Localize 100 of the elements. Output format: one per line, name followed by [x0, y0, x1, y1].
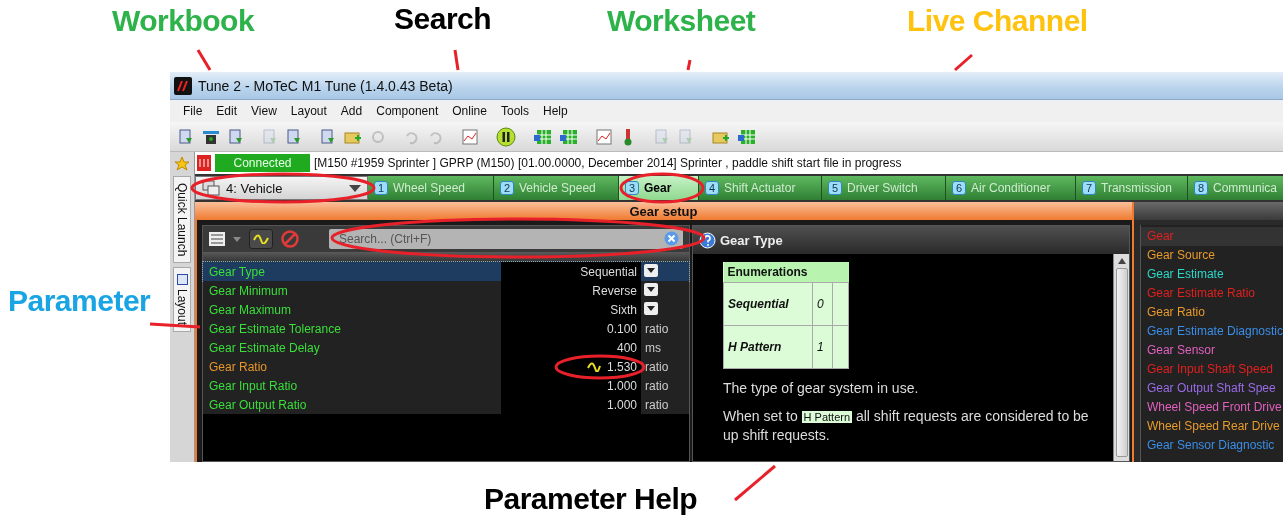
live-view-button[interactable] — [249, 229, 273, 249]
tab-number: 4 — [705, 181, 719, 195]
document-icon[interactable] — [286, 128, 302, 145]
annotation-label: Search — [394, 2, 492, 36]
parameter-row[interactable]: Gear Minimum Reverse — [203, 281, 689, 300]
parameter-row[interactable]: Gear Ratio 1.530 ratio — [203, 357, 689, 376]
worksheet-tab[interactable]: 4 Shift Actuator — [699, 176, 822, 200]
parameter-name: Gear Output Ratio — [208, 397, 308, 412]
menu-item[interactable]: Layout — [283, 104, 334, 118]
menu-item[interactable]: Edit — [209, 104, 245, 118]
tab-number: 2 — [500, 181, 514, 195]
help-icon — [699, 231, 716, 249]
parameter-name: Gear Ratio — [208, 359, 269, 374]
annotation-label: Parameter — [8, 284, 151, 318]
caret-icon[interactable] — [233, 236, 241, 242]
scrollbar[interactable] — [1113, 254, 1129, 461]
parameter-unit: ratio — [644, 321, 670, 336]
annotation-label: Live Channel — [907, 4, 1088, 38]
no-entry-icon[interactable] — [281, 230, 299, 248]
worksheet-tab[interactable]: 5 Driver Switch — [822, 176, 946, 200]
parameter-value: 1.530 — [606, 359, 637, 374]
tab-label: Wheel Speed — [393, 181, 466, 195]
annotation-label: Worksheet — [607, 4, 756, 38]
document-icon[interactable] — [178, 128, 194, 145]
worksheet-tab[interactable]: 8 Communica — [1188, 176, 1283, 200]
tab-number: 1 — [374, 181, 388, 195]
parameter-value: 400 — [616, 340, 637, 355]
channel-item[interactable]: Gear Sensor — [1140, 341, 1283, 360]
channel-item[interactable]: Gear Estimate Diagnostic — [1140, 322, 1283, 341]
worksheet-tab[interactable]: 2 Vehicle Speed — [494, 176, 619, 200]
menu-item[interactable]: File — [176, 104, 210, 118]
stacked-windows-icon — [202, 180, 220, 196]
parameter-unit: ratio — [644, 359, 670, 374]
menu-item[interactable]: Help — [535, 104, 575, 118]
tab-number: 3 — [625, 181, 639, 195]
document-icon[interactable] — [228, 128, 244, 145]
menu-item[interactable]: Add — [333, 104, 370, 118]
parameter-unit: ratio — [644, 397, 670, 412]
window-icon — [176, 274, 188, 286]
parameter-value: Sequential — [580, 264, 637, 279]
tab-label: Gear — [644, 181, 672, 195]
up-arrow-icon[interactable] — [1117, 258, 1126, 264]
grid-icon[interactable] — [738, 128, 756, 145]
parameter-row[interactable]: Gear Estimate Delay 400 ms — [203, 338, 689, 357]
tab-number: 8 — [1194, 181, 1208, 195]
logo-icon — [174, 76, 192, 95]
parameter-row[interactable]: Gear Type Sequential — [203, 262, 689, 281]
network-icon[interactable] — [202, 128, 220, 145]
channel-item[interactable]: Gear Sensor Diagnostic — [1140, 436, 1283, 455]
dropdown-icon[interactable] — [644, 301, 658, 315]
parameter-row[interactable]: Gear Input Ratio 1.000 ratio — [203, 376, 689, 395]
parameter-unit: ratio — [644, 378, 670, 393]
window-title: Tune 2 - MoTeC M1 Tune (1.4.0.43 Beta) — [198, 77, 453, 94]
pause-icon[interactable] — [496, 126, 516, 147]
table-cell: Sequential — [723, 282, 813, 326]
star-icon[interactable] — [174, 156, 190, 172]
list-icon[interactable] — [209, 232, 225, 246]
parameter-unit: ms — [644, 340, 662, 355]
chart-icon[interactable] — [596, 128, 612, 145]
parameter-name: Gear Estimate Tolerance — [208, 321, 342, 336]
side-tab[interactable]: Layout — [173, 267, 191, 333]
parameter-name: Gear Maximum — [208, 302, 292, 317]
worksheet-tab[interactable]: 1 Wheel Speed — [368, 176, 494, 200]
worksheet-tab[interactable]: 7 Transmission — [1076, 176, 1188, 200]
tab-number: 5 — [828, 181, 842, 195]
help-text: The type of gear system in use. — [723, 379, 920, 397]
chart-icon[interactable] — [462, 128, 478, 145]
menu-item[interactable]: Tools — [493, 104, 536, 118]
parameter-value: Sixth — [610, 302, 637, 317]
channel-item[interactable]: Wheel Speed Front Drive — [1140, 398, 1283, 417]
channel-item[interactable]: Wheel Speed Rear Drive — [1140, 417, 1283, 436]
dropdown-icon[interactable] — [644, 263, 658, 277]
dropdown-icon[interactable] — [644, 282, 658, 296]
side-tab[interactable]: Quick Launch — [173, 176, 191, 264]
clear-icon[interactable] — [664, 231, 679, 246]
group-title: Gear setup — [629, 203, 698, 219]
menu-item[interactable]: View — [244, 104, 284, 118]
menu-item[interactable]: Online — [445, 104, 494, 118]
parameter-value: 1.000 — [606, 397, 637, 412]
tab-label: Vehicle Speed — [519, 181, 596, 195]
channel-item[interactable]: Gear Output Shaft Spee — [1140, 379, 1283, 398]
document-icon[interactable] — [320, 128, 336, 145]
worksheet-tab[interactable]: 6 Air Conditioner — [946, 176, 1076, 200]
channel-item[interactable]: Gear Estimate — [1140, 265, 1283, 284]
parameter-row[interactable]: Gear Output Ratio 1.000 ratio — [203, 395, 689, 414]
channel-item[interactable]: Gear Source — [1140, 246, 1283, 265]
grid-icon[interactable] — [534, 128, 552, 145]
menu-item[interactable]: Component — [369, 104, 446, 118]
channel-item[interactable]: Gear Ratio — [1140, 303, 1283, 322]
connection-info: [M150 #1959 Sprinter ] GPRP (M150) [01.00.0000, December 2014] Sprinter , paddle shift start file in progress — [314, 156, 902, 170]
parameter-row[interactable]: Gear Maximum Sixth — [203, 300, 689, 319]
parameter-name: Gear Estimate Delay — [208, 340, 321, 355]
grid-icon[interactable] — [560, 128, 578, 145]
search-field[interactable]: Search... (Ctrl+F) — [329, 229, 683, 249]
help-note: When set to H Pattern all shift requests are considered to be up shift requests. — [723, 407, 1090, 444]
parameter-name: Gear Input Ratio — [208, 378, 299, 393]
table-cell: 1 — [812, 325, 833, 369]
parameter-row[interactable]: Gear Estimate Tolerance 0.100 ratio — [203, 319, 689, 338]
tab-number: 7 — [1082, 181, 1096, 195]
side-tab-label: Layout — [175, 289, 189, 326]
